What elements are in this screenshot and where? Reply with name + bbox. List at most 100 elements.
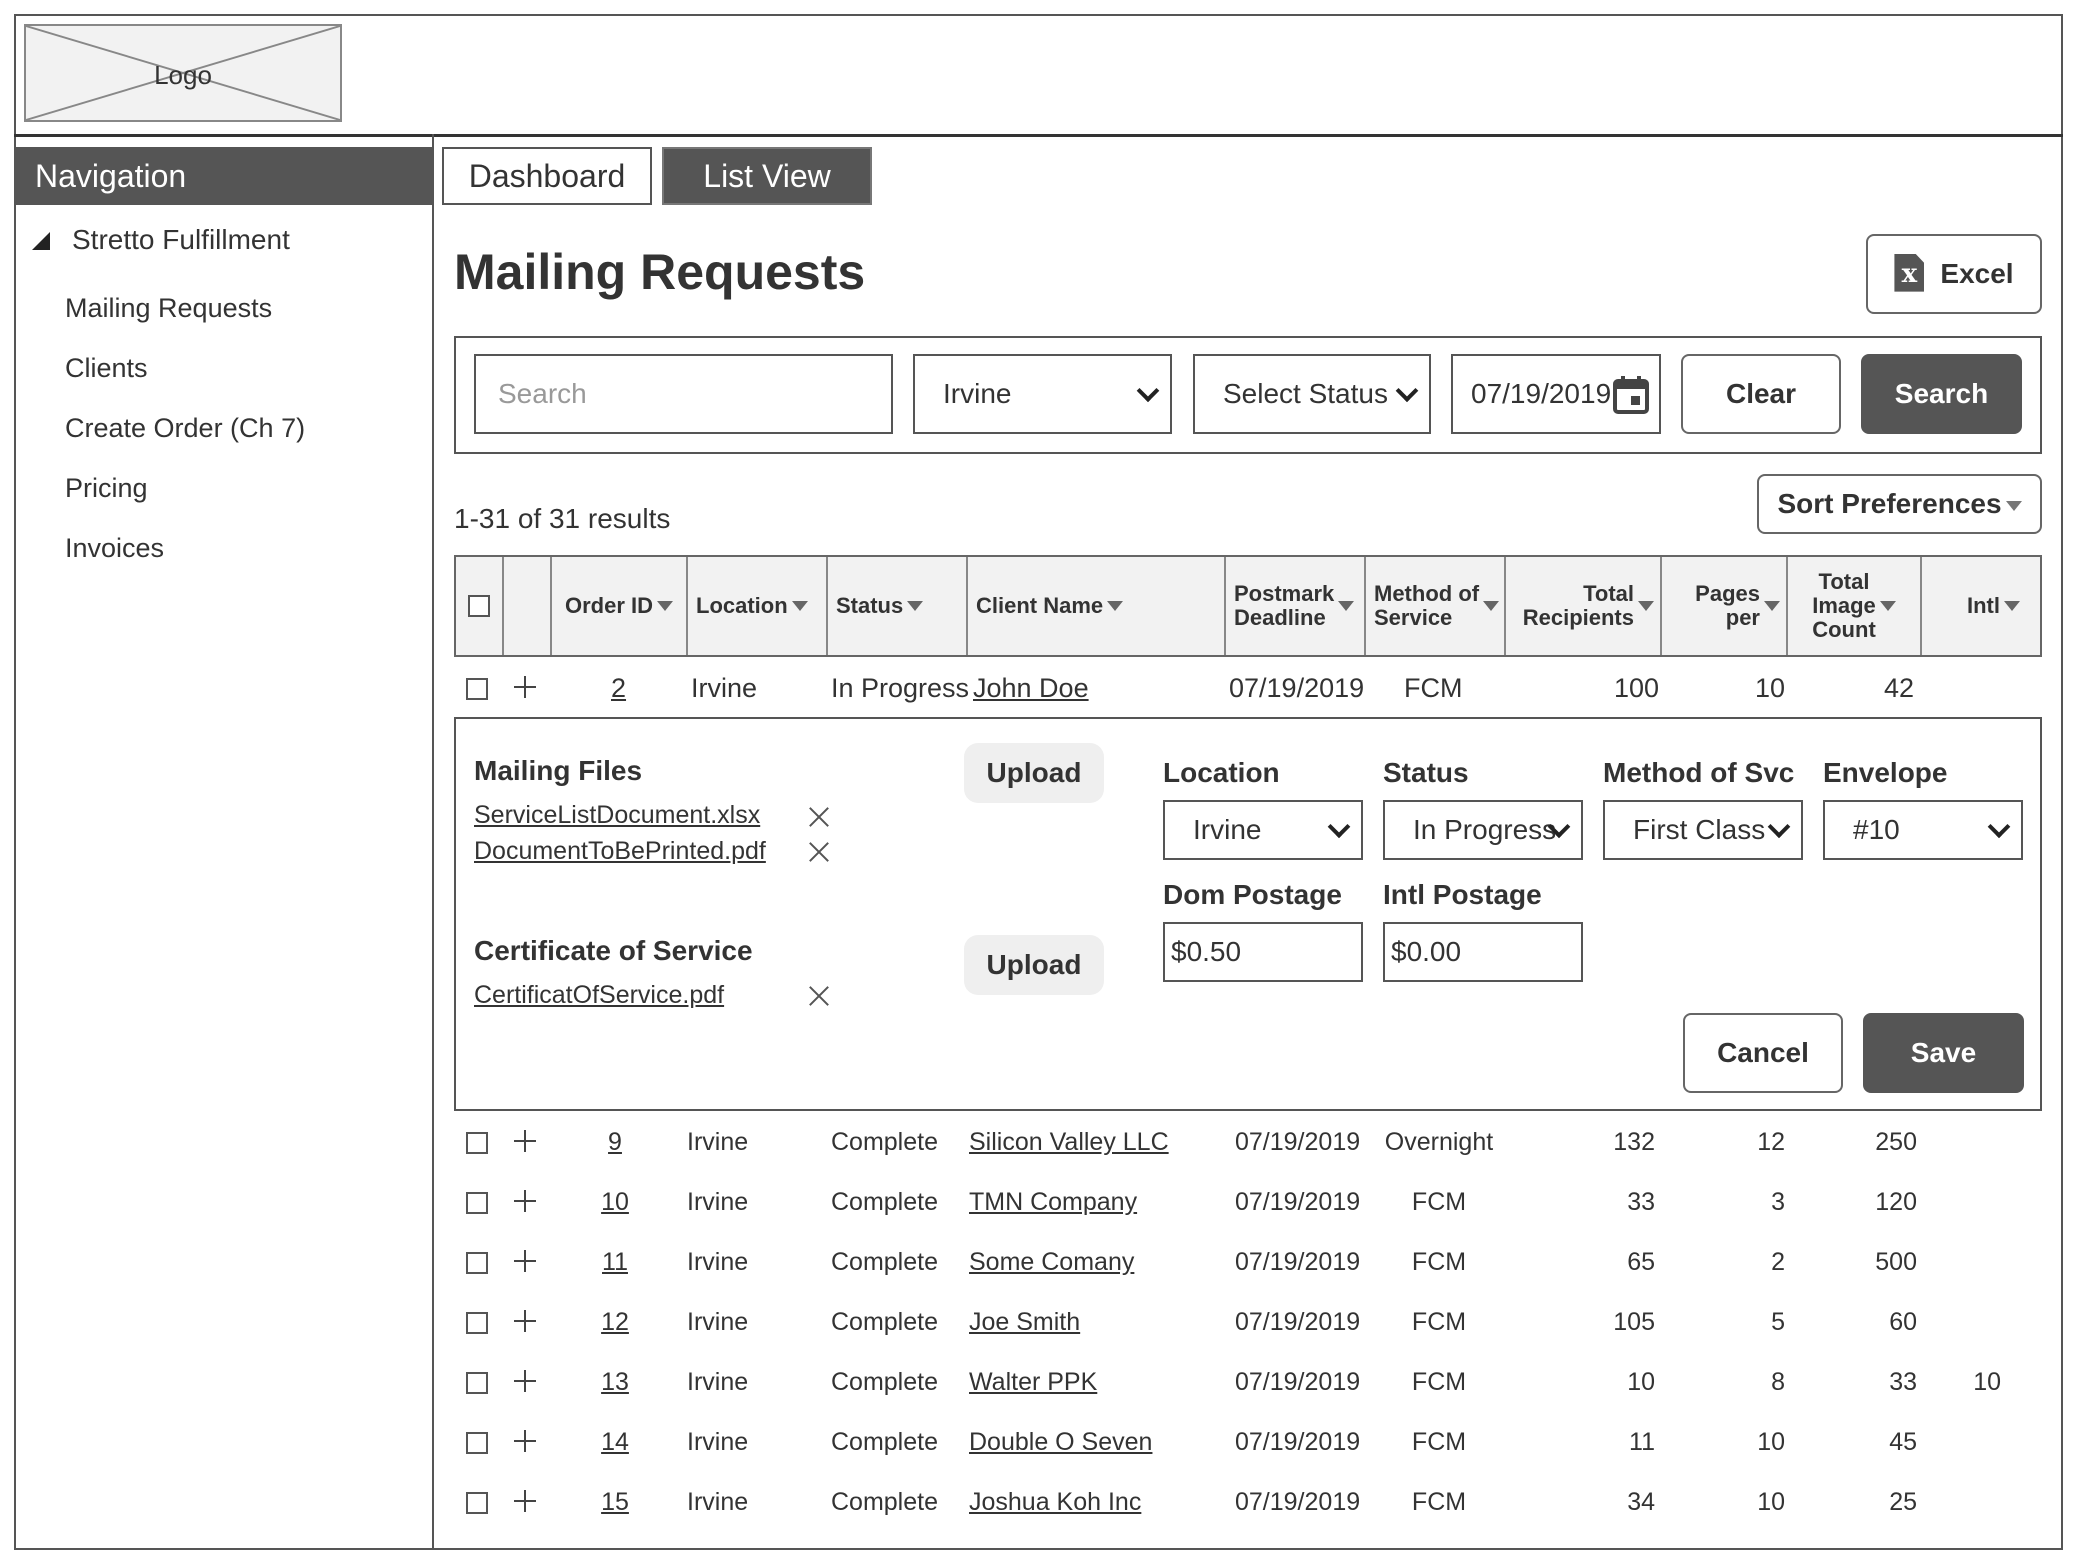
table-row[interactable]: 13 Irvine Complete Walter PPK 07/19/2019 FCM 1… bbox=[0, 1360, 2075, 1406]
remove-file-icon[interactable] bbox=[808, 806, 830, 828]
row-checkbox[interactable] bbox=[466, 1312, 488, 1334]
sidebar-item-pricing[interactable]: Pricing bbox=[65, 473, 148, 504]
column-header-location[interactable]: Location bbox=[688, 557, 828, 655]
table-row[interactable]: 11 Irvine Complete Some Comany 07/19/2019 FCM… bbox=[0, 1240, 2075, 1286]
expand-plus-icon[interactable] bbox=[514, 1250, 536, 1272]
row-image-count: 33 bbox=[1889, 1368, 1917, 1396]
column-header-total-recipients[interactable]: Total Recipients bbox=[1506, 557, 1662, 655]
sort-caret-icon bbox=[2004, 601, 2020, 611]
search-button[interactable]: Search bbox=[1861, 354, 2022, 434]
order-id-link[interactable]: 9 bbox=[600, 1128, 630, 1157]
tab-dashboard[interactable]: Dashboard bbox=[442, 147, 652, 205]
row-checkbox[interactable] bbox=[466, 1132, 488, 1154]
tab-list-view[interactable]: List View bbox=[662, 147, 872, 205]
expand-plus-icon[interactable] bbox=[514, 1190, 536, 1212]
order-id-link[interactable]: 2 bbox=[611, 673, 626, 704]
table-row[interactable]: 10 Irvine Complete TMN Company 07/19/2019 FCM… bbox=[0, 1180, 2075, 1226]
row-checkbox[interactable] bbox=[466, 1252, 488, 1274]
client-name-link[interactable]: Silicon Valley LLC bbox=[969, 1128, 1169, 1157]
table-row[interactable]: 9 Irvine Complete Silicon Valley LLC 07/19/2… bbox=[0, 1120, 2075, 1166]
column-header-status[interactable]: Status bbox=[828, 557, 968, 655]
order-id-link[interactable]: 15 bbox=[600, 1488, 630, 1517]
row-checkbox[interactable] bbox=[466, 678, 488, 700]
select-all-checkbox[interactable] bbox=[468, 595, 490, 617]
expand-plus-icon[interactable] bbox=[514, 1310, 536, 1332]
excel-file-icon: x bbox=[1894, 253, 1925, 292]
row-checkbox[interactable] bbox=[466, 1492, 488, 1514]
client-name-link[interactable]: Joshua Koh Inc bbox=[969, 1488, 1141, 1517]
location-header-label: Location bbox=[696, 593, 788, 618]
upload-certificate-button[interactable]: Upload bbox=[964, 935, 1104, 995]
order-id-link[interactable]: 11 bbox=[600, 1248, 630, 1277]
save-button[interactable]: Save bbox=[1863, 1013, 2024, 1093]
row-deadline: 07/19/2019 bbox=[1235, 1308, 1361, 1336]
sidebar-item-invoices[interactable]: Invoices bbox=[65, 533, 164, 564]
column-header-total-image-count[interactable]: Total Image Count bbox=[1788, 557, 1922, 655]
row-checkbox[interactable] bbox=[466, 1372, 488, 1394]
column-header-method-of-service[interactable]: Method of Service bbox=[1366, 557, 1506, 655]
search-input[interactable]: Search bbox=[474, 354, 893, 434]
row-checkbox[interactable] bbox=[466, 1432, 488, 1454]
column-header-intl[interactable]: Intl bbox=[1922, 557, 2040, 655]
dom-postage-input[interactable]: $0.50 bbox=[1163, 922, 1363, 982]
column-header-client-name[interactable]: Client Name bbox=[968, 557, 1226, 655]
detail-location-select[interactable]: Irvine bbox=[1163, 800, 1363, 860]
client-name-link[interactable]: Joe Smith bbox=[969, 1308, 1080, 1337]
order-id-link[interactable]: 10 bbox=[600, 1188, 630, 1217]
detail-method-select[interactable]: First Class bbox=[1603, 800, 1803, 860]
status-filter-select[interactable]: Select Status bbox=[1193, 354, 1431, 434]
table-row[interactable]: 15 Irvine Complete Joshua Koh Inc 07/19/2019… bbox=[0, 1480, 2075, 1526]
table-row[interactable]: 12 Irvine Complete Joe Smith 07/19/2019 FCM 10… bbox=[0, 1300, 2075, 1346]
expand-plus-icon[interactable] bbox=[514, 676, 536, 698]
row-location: Irvine bbox=[687, 1488, 749, 1516]
row-image-count: 120 bbox=[1875, 1188, 1917, 1216]
sidebar-item-mailing-requests[interactable]: Mailing Requests bbox=[65, 293, 272, 324]
row-method: FCM bbox=[1411, 1188, 1467, 1216]
mailing-file-link[interactable]: ServiceListDocument.xlsx bbox=[474, 801, 760, 830]
collapse-triangle-icon[interactable] bbox=[32, 232, 50, 250]
row-checkbox[interactable] bbox=[466, 1192, 488, 1214]
date-filter-input[interactable]: 07/19/2019 bbox=[1451, 354, 1661, 434]
sort-preferences-button[interactable]: Sort Preferences bbox=[1757, 474, 2042, 534]
row-status: Complete bbox=[831, 1428, 938, 1456]
table-row-expanded[interactable]: 2 Irvine In Progress John Doe 07/19/2019… bbox=[0, 665, 2075, 711]
row-image-count: 500 bbox=[1875, 1248, 1917, 1276]
method-header-label: Method of Service bbox=[1374, 581, 1480, 630]
detail-envelope-select[interactable]: #10 bbox=[1823, 800, 2023, 860]
remove-file-icon[interactable] bbox=[808, 841, 830, 863]
detail-status-select[interactable]: In Progress bbox=[1383, 800, 1583, 860]
row-status: Complete bbox=[831, 1188, 938, 1216]
expand-plus-icon[interactable] bbox=[514, 1130, 536, 1152]
table-row[interactable]: 14 Irvine Complete Double O Seven 07/19/2019… bbox=[0, 1420, 2075, 1466]
clear-button[interactable]: Clear bbox=[1681, 354, 1841, 434]
expand-plus-icon[interactable] bbox=[514, 1430, 536, 1452]
expand-plus-icon[interactable] bbox=[514, 1490, 536, 1512]
column-header-postmark-deadline[interactable]: Postmark Deadline bbox=[1226, 557, 1366, 655]
row-method: FCM bbox=[1411, 1248, 1467, 1276]
upload-mailing-files-button[interactable]: Upload bbox=[964, 743, 1104, 803]
location-filter-select[interactable]: Irvine bbox=[913, 354, 1172, 434]
mailing-file-link[interactable]: DocumentToBePrinted.pdf bbox=[474, 837, 766, 866]
certificate-file-link[interactable]: CertificatOfService.pdf bbox=[474, 981, 724, 1010]
expand-plus-icon[interactable] bbox=[514, 1370, 536, 1392]
sort-caret-icon bbox=[1483, 601, 1500, 611]
remove-file-icon[interactable] bbox=[808, 985, 830, 1007]
order-id-link[interactable]: 13 bbox=[600, 1368, 630, 1397]
client-name-link[interactable]: Double O Seven bbox=[969, 1428, 1152, 1457]
excel-export-button[interactable]: x Excel bbox=[1866, 234, 2042, 314]
postmark-header-label: Postmark Deadline bbox=[1234, 581, 1335, 630]
client-name-link[interactable]: Some Comany bbox=[969, 1248, 1134, 1277]
client-name-link[interactable]: Walter PPK bbox=[969, 1368, 1097, 1397]
nav-group-stretto-fulfillment[interactable]: Stretto Fulfillment bbox=[32, 224, 290, 256]
cancel-button[interactable]: Cancel bbox=[1683, 1013, 1843, 1093]
sidebar-item-clients[interactable]: Clients bbox=[65, 353, 148, 384]
order-id-link[interactable]: 12 bbox=[600, 1308, 630, 1337]
calendar-icon[interactable] bbox=[1613, 376, 1649, 414]
column-header-order-id[interactable]: Order ID bbox=[552, 557, 688, 655]
client-name-link[interactable]: TMN Company bbox=[969, 1188, 1137, 1217]
column-header-pages-per[interactable]: Pages per bbox=[1662, 557, 1788, 655]
sidebar-item-create-order[interactable]: Create Order (Ch 7) bbox=[65, 413, 305, 444]
intl-postage-input[interactable]: $0.00 bbox=[1383, 922, 1583, 982]
order-id-link[interactable]: 14 bbox=[600, 1428, 630, 1457]
client-name-link[interactable]: John Doe bbox=[973, 673, 1089, 704]
